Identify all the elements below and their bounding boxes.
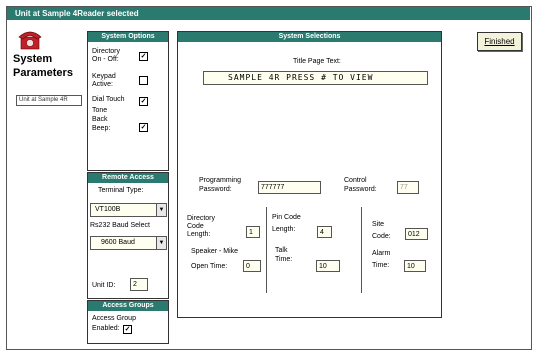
control-password-field[interactable]: 77 xyxy=(397,181,419,194)
tone-label-1: Tone xyxy=(92,107,108,114)
telephone-icon xyxy=(18,28,42,52)
remote-access-heading: Remote Access xyxy=(88,173,168,183)
speaker-label-1: Speaker - Mike xyxy=(191,248,239,255)
talk-field[interactable]: 10 xyxy=(316,260,340,272)
terminal-type-value: VT100B xyxy=(95,206,121,213)
keypad-checkbox[interactable] xyxy=(139,76,148,85)
title-page-label: Title Page Text: xyxy=(293,58,341,65)
keypad-label-1: Keypad xyxy=(92,73,116,80)
divider-left xyxy=(266,207,267,293)
speaker-field[interactable]: 0 xyxy=(243,260,261,272)
talk-label-1: Talk xyxy=(275,247,288,254)
dir-code-label-2: Code xyxy=(187,223,204,230)
page-title-line-2: Parameters xyxy=(13,67,73,79)
alarm-label-2: Time: xyxy=(372,262,390,269)
dial-touch-label: Dial Touch xyxy=(92,96,125,103)
directory-label-2: On - Off: xyxy=(92,56,119,63)
system-selections-heading: System Selections xyxy=(178,32,441,42)
tone-label-3: Beep: xyxy=(92,125,111,132)
baud-value: 9600 Baud xyxy=(101,239,135,246)
speaker-label-2: Open Time: xyxy=(191,263,228,270)
finished-button[interactable]: Finished xyxy=(477,32,522,51)
prog-password-field[interactable]: 777777 xyxy=(258,181,321,194)
directory-checkbox[interactable]: ✓ xyxy=(139,52,148,61)
alarm-field[interactable]: 10 xyxy=(404,260,426,272)
terminal-type-label: Terminal Type: xyxy=(98,187,144,194)
terminal-type-select[interactable]: VT100B ▼ xyxy=(90,203,167,217)
dir-code-label-3: Length: xyxy=(187,231,211,238)
directory-label-1: Directory xyxy=(92,48,121,55)
site-code-label-2: Code: xyxy=(372,233,391,240)
divider-right xyxy=(361,207,362,293)
chevron-down-icon[interactable]: ▼ xyxy=(156,204,166,216)
alarm-label-1: Alarm xyxy=(372,250,391,257)
unit-id-field[interactable]: 2 xyxy=(130,278,148,291)
prog-password-label-1: Programming xyxy=(199,177,242,184)
chevron-down-icon[interactable]: ▼ xyxy=(156,237,166,249)
dial-touch-checkbox[interactable]: ✓ xyxy=(139,97,148,106)
system-options-heading: System Options xyxy=(88,32,168,42)
pin-code-field[interactable]: 4 xyxy=(317,226,332,238)
pin-code-label-1: Pin Code xyxy=(272,214,301,221)
tone-checkbox[interactable]: ✓ xyxy=(139,123,148,132)
control-password-label-1: Control xyxy=(344,177,367,184)
prog-password-label-2: Password: xyxy=(199,186,232,193)
access-group-checkbox[interactable]: ✓ xyxy=(123,325,132,334)
access-group-label-2: Enabled: xyxy=(92,325,120,332)
site-code-field[interactable]: 012 xyxy=(405,228,428,240)
access-groups-heading: Access Groups xyxy=(88,301,168,311)
dir-code-label-1: Directory xyxy=(187,215,216,222)
page-title-line-1: System xyxy=(13,53,53,65)
access-group-label-1: Access Group xyxy=(92,315,136,322)
pin-code-label-2: Length: xyxy=(272,226,296,233)
tone-label-2: Back xyxy=(92,116,108,123)
talk-label-2: Time: xyxy=(275,256,293,263)
baud-select[interactable]: 9600 Baud ▼ xyxy=(90,236,167,250)
control-password-label-2: Password: xyxy=(344,186,377,193)
site-code-label-1: Site xyxy=(372,221,385,228)
keypad-label-2: Active: xyxy=(92,81,114,88)
baud-label: Rs232 Baud Select xyxy=(90,222,150,229)
window-title: Unit at Sample 4Reader selected xyxy=(7,7,530,20)
unit-name-field[interactable]: Unit at Sample 4R xyxy=(16,95,82,106)
unit-id-label: Unit ID: xyxy=(92,282,116,289)
title-page-field[interactable]: SAMPLE 4R PRESS # TO VIEW xyxy=(203,71,428,85)
dir-code-field[interactable]: 1 xyxy=(246,226,260,238)
